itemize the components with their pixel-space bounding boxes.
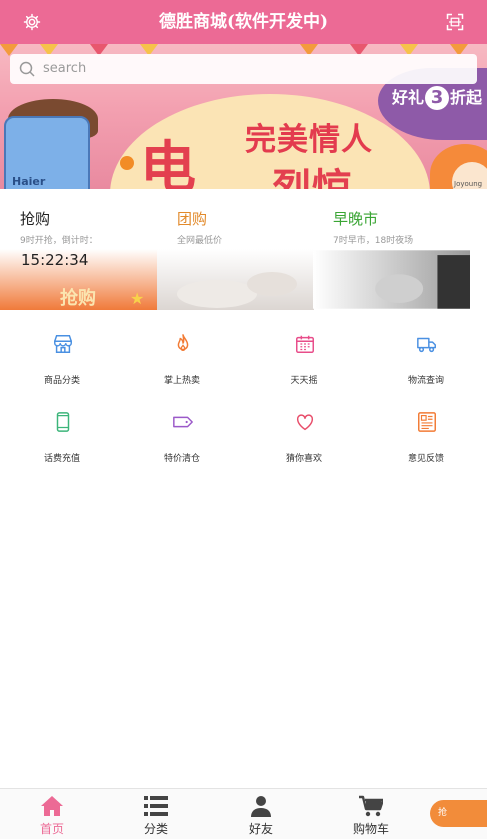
banner-headline: 完美情人 (245, 122, 373, 158)
countdown-timer: 15:22:34 (21, 251, 89, 269)
store-icon (54, 335, 72, 353)
tab-friends[interactable]: 好友 (211, 789, 311, 839)
tab-label: 好友 (248, 822, 273, 836)
banner-big-char: 电 (140, 136, 196, 190)
grid-label: 物流查询 (407, 376, 444, 386)
calendar-icon (296, 335, 314, 353)
tab-label: 分类 (143, 822, 168, 836)
group-buy-image (157, 249, 314, 310)
floating-grab-button[interactable]: 抢 (430, 800, 487, 827)
grid-item-guess-like[interactable]: 猜你喜欢 (244, 398, 364, 470)
bottom-tab-bar: 首页 分类 好友 购物车 (0, 788, 487, 839)
tab-label: 购物车 (352, 822, 389, 836)
tab-category[interactable]: 分类 (106, 789, 206, 839)
deal-title: 早晚市 (333, 210, 379, 228)
grid-label: 商品分类 (43, 376, 80, 386)
feedback-icon (418, 412, 436, 432)
scan-icon[interactable] (446, 13, 464, 31)
promo-text: 好礼 3 折起 (392, 84, 482, 110)
tab-label: 首页 (39, 822, 64, 836)
grid-label: 话费充值 (43, 454, 80, 464)
grid-item-recharge[interactable]: 话费充值 (2, 398, 122, 470)
truck-icon (417, 337, 436, 353)
fridge-brand: Haier (12, 175, 46, 188)
promo-prefix: 好礼 (392, 88, 425, 107)
phone-icon (56, 412, 70, 432)
list-icon (144, 796, 168, 816)
deal-market[interactable]: 早晚市 7时早市，18时夜场 (313, 189, 470, 310)
deal-group-buy[interactable]: 团购 全网最低价 (157, 189, 314, 310)
grid-item-hot-sale[interactable]: 掌上热卖 (122, 320, 242, 392)
grid-item-logistics[interactable]: 物流查询 (366, 320, 486, 392)
deals-row: 抢购 9时开抢，倒计时： 抢购 ★ 15:22:34 团购 全网最低价 早晚市 … (0, 189, 487, 310)
deal-subtitle: 全网最低价 (177, 236, 223, 246)
tab-home[interactable]: 首页 (2, 789, 102, 839)
fire-icon (177, 334, 189, 352)
search-placeholder: search (43, 61, 87, 76)
grid-label: 特价清仓 (163, 454, 200, 464)
search-bar[interactable]: search (10, 54, 477, 84)
grid-item-category[interactable]: 商品分类 (2, 320, 122, 392)
promo-suffix: 折起 (450, 88, 483, 107)
deal-subtitle: 9时开抢，倒计时： (20, 236, 98, 246)
grid-item-clearance[interactable]: 特价清仓 (122, 398, 242, 470)
page-title: 德胜商城(软件开发中) (158, 12, 329, 32)
flash-sale-image-text: 抢购 (60, 287, 96, 309)
grid-item-daily-shake[interactable]: 天天摇 (244, 320, 364, 392)
search-icon (19, 61, 35, 77)
home-icon (41, 796, 63, 816)
svg-text:★: ★ (130, 289, 144, 308)
deal-flash-sale[interactable]: 抢购 9时开抢，倒计时： 抢购 ★ 15:22:34 (0, 189, 157, 310)
promo-number: 3 (425, 86, 450, 110)
top-bar: 德胜商城(软件开发中) (0, 0, 487, 44)
promo-banner[interactable]: Haier 电 完美情人 烈惊 好礼 3 折起 Joyoung search (0, 44, 487, 189)
deal-title: 团购 (177, 210, 208, 228)
grid-item-feedback[interactable]: 意见反馈 (366, 398, 486, 470)
user-icon (251, 796, 271, 817)
heart-icon (296, 414, 314, 431)
deal-title: 抢购 (20, 210, 51, 228)
grid-label: 意见反馈 (407, 454, 444, 464)
market-image (313, 250, 470, 309)
tab-cart[interactable]: 购物车 (321, 789, 421, 839)
deal-subtitle: 7时早市，18时夜场 (333, 236, 414, 246)
cart-icon (359, 795, 383, 817)
corner-brand: Joyoung (454, 180, 483, 188)
tag-icon (173, 416, 193, 428)
banner-big-char-2: 烈惊 (272, 166, 352, 189)
flower-decoration (120, 156, 134, 170)
grid-label: 猜你喜欢 (285, 454, 322, 464)
grid-label: 掌上热卖 (163, 376, 200, 386)
grid-label: 天天摇 (290, 376, 318, 386)
